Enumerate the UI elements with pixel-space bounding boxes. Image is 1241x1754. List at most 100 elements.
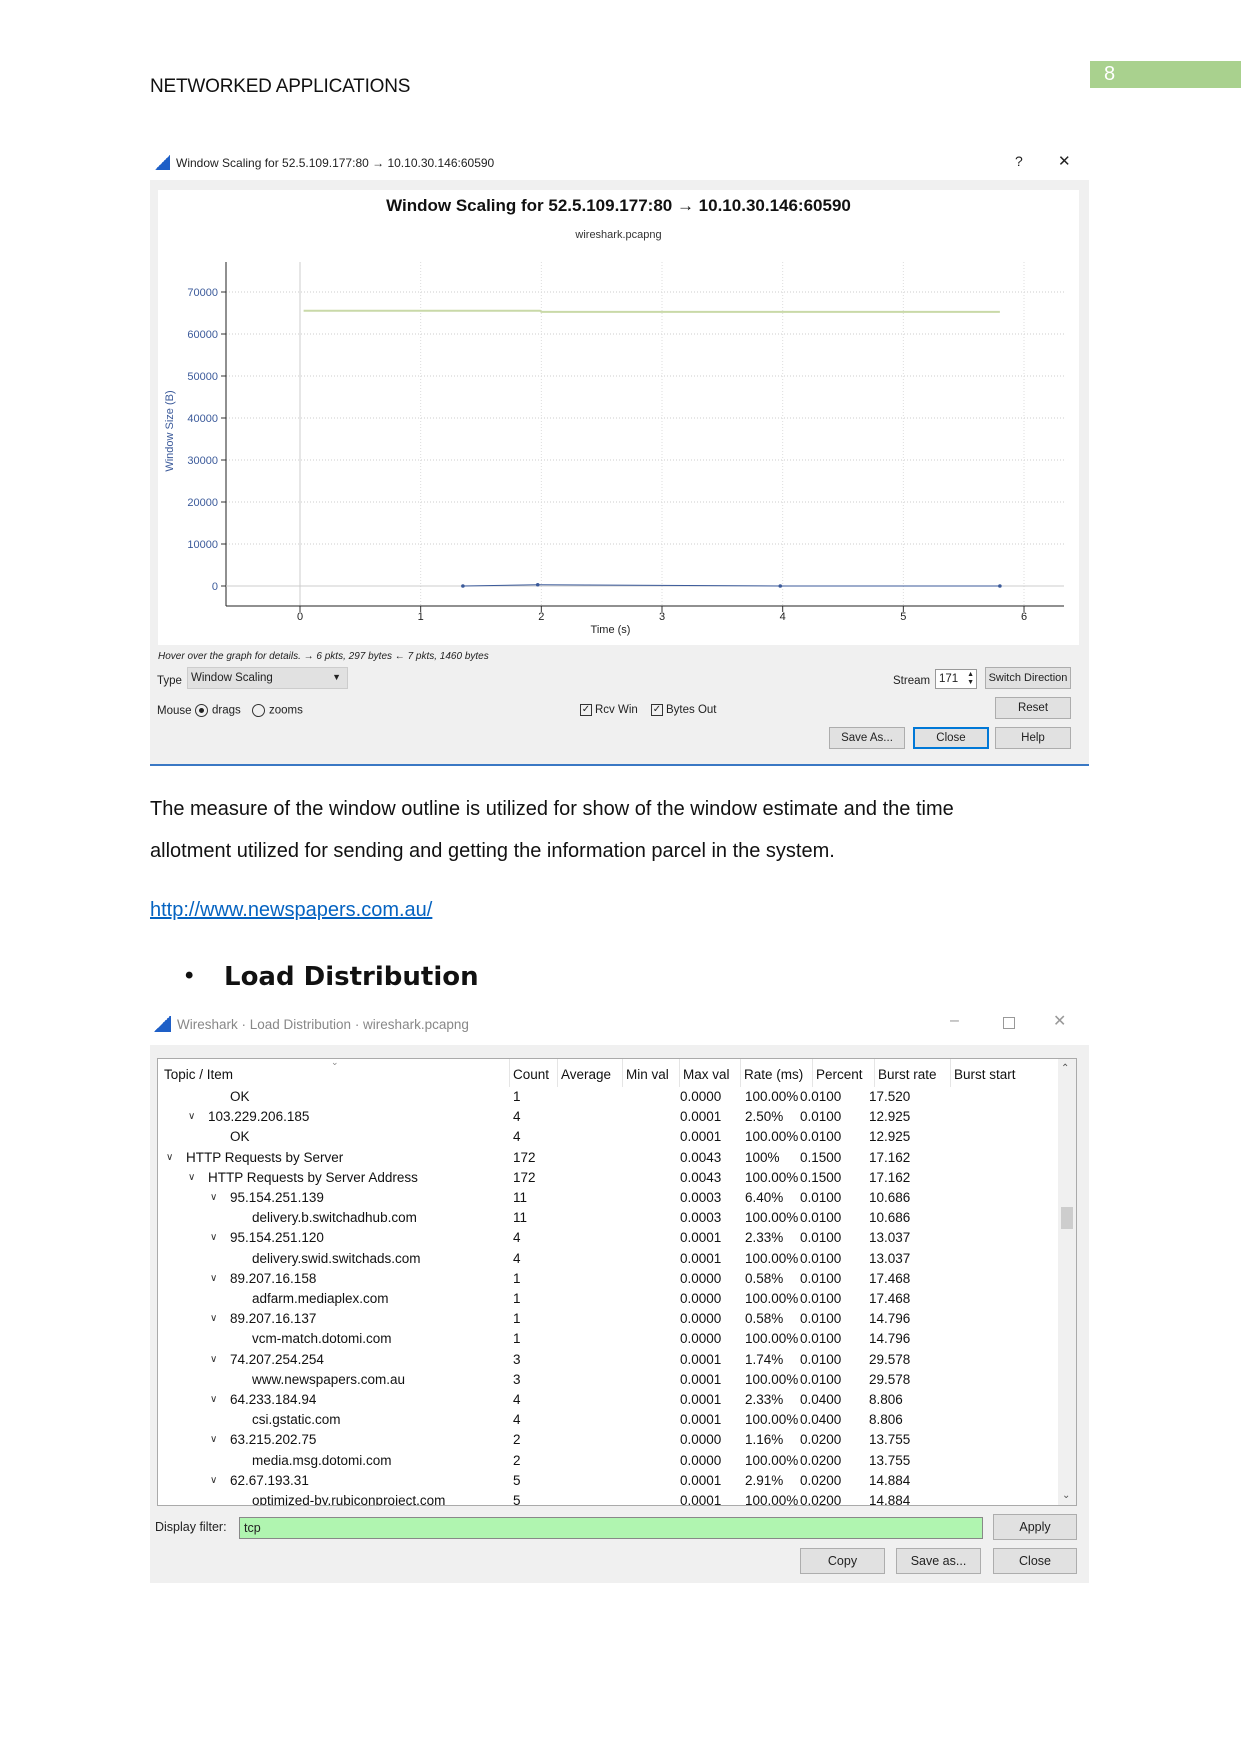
spin-arrows-icon[interactable]: ▲ ▼ <box>967 671 974 687</box>
close-button[interactable]: Close <box>913 727 989 749</box>
column-header[interactable]: Rate (ms) <box>744 1067 803 1082</box>
window-scaling-chart[interactable]: 0 10000 20000 30000 40000 50000 60000 70000 0 1 2 3… <box>0 0 1241 700</box>
expand-chevron-icon[interactable]: ∨ <box>210 1232 217 1243</box>
column-header[interactable]: Min val <box>626 1067 669 1082</box>
apply-button[interactable]: Apply <box>993 1514 1077 1540</box>
table-row[interactable]: ∨ 64.233.184.94 4 0.0001 2.33% 0.0400 8.806 <box>158 1392 1076 1412</box>
table-row[interactable]: OK 4 0.0001 100.00% 0.0100 12.925 <box>158 1129 1076 1149</box>
cell-item: 63.215.202.75 <box>230 1432 317 1448</box>
table-row[interactable]: delivery.swid.switchads.com 4 0.0001 100.00… <box>158 1251 1076 1271</box>
scroll-up-icon[interactable]: ⌃ <box>1061 1063 1069 1074</box>
drags-radio[interactable]: drags <box>191 704 241 717</box>
table-row[interactable]: ∨ 63.215.202.75 2 0.0000 1.16% 0.0200 13.755 <box>158 1432 1076 1452</box>
table-row[interactable]: ∨ 95.154.251.139 11 0.0003 6.40% 0.0100 10.686 <box>158 1190 1076 1210</box>
expand-chevron-icon[interactable]: ∨ <box>210 1354 217 1365</box>
column-header[interactable]: Percent <box>816 1067 863 1082</box>
table-row[interactable]: ∨ 62.67.193.31 5 0.0001 2.91% 0.0200 14.884 <box>158 1473 1076 1493</box>
table-row[interactable]: csi.gstatic.com 4 0.0001 100.00% 0.0400 8.806 <box>158 1412 1076 1432</box>
expand-chevron-icon[interactable]: ∨ <box>188 1111 195 1122</box>
column-divider[interactable] <box>679 1059 680 1087</box>
column-header[interactable]: Average <box>561 1067 611 1082</box>
zooms-radio[interactable]: zooms <box>248 704 303 717</box>
table-row[interactable]: ∨ 89.207.16.158 1 0.0000 0.58% 0.0100 17.468 <box>158 1271 1076 1291</box>
column-divider[interactable] <box>557 1059 558 1087</box>
close-icon[interactable]: ✕ <box>1053 1011 1066 1031</box>
table-row[interactable]: ∨ 74.207.254.254 3 0.0001 1.74% 0.0100 29.578 <box>158 1352 1076 1372</box>
expand-chevron-icon[interactable]: ∨ <box>188 1172 195 1183</box>
bullet: • <box>185 962 194 989</box>
cell-count: 1 <box>513 1331 521 1347</box>
column-divider[interactable] <box>740 1059 741 1087</box>
expand-chevron-icon[interactable]: ∨ <box>210 1192 217 1203</box>
cell-burst-rate: 0.0100 <box>800 1089 842 1104</box>
scrollbar[interactable]: ⌃ ⌄ <box>1058 1059 1076 1505</box>
cell-item: csi.gstatic.com <box>252 1412 341 1428</box>
cell-item: 95.154.251.120 <box>230 1230 324 1246</box>
table-row[interactable]: ∨ 103.229.206.185 4 0.0001 2.50% 0.0100 12.925 <box>158 1109 1076 1129</box>
stream-spinbox[interactable]: 171 ▲ ▼ <box>935 669 977 689</box>
expand-chevron-icon[interactable]: ∨ <box>210 1273 217 1284</box>
stats-tree-table[interactable]: ⌄ Topic / Item Count Average Min val Max val… <box>157 1058 1077 1506</box>
table-row[interactable]: ∨ HTTP Requests by Server Address 172 0.004… <box>158 1170 1076 1190</box>
expand-chevron-icon[interactable]: ∨ <box>166 1152 173 1163</box>
table-row[interactable]: media.msg.dotomi.com 2 0.0000 100.00% 0.0200… <box>158 1453 1076 1473</box>
table-row[interactable]: ∨ 89.207.16.137 1 0.0000 0.58% 0.0100 14.796 <box>158 1311 1076 1331</box>
table-row[interactable]: ∨ HTTP Requests by Server 172 0.0043 100% 0.1… <box>158 1150 1076 1170</box>
table-row[interactable]: ∨ 95.154.251.120 4 0.0001 2.33% 0.0100 13.037 <box>158 1230 1076 1250</box>
maximize-icon[interactable] <box>1003 1017 1015 1029</box>
table-row[interactable]: www.newspapers.com.au 3 0.0001 100.00% 0.010… <box>158 1372 1076 1392</box>
display-filter-label: Display filter: <box>155 1520 227 1534</box>
rcv-win-checkbox[interactable]: ✓ Rcv Win <box>580 704 638 716</box>
x-tick-label: 0 <box>297 611 303 623</box>
table-row[interactable]: OK 1 0.0000 100.00% 0.0100 17.520 <box>158 1089 1076 1109</box>
paragraph-line-2: allotment utilized for sending and getti… <box>150 840 835 862</box>
table-row[interactable]: adfarm.mediaplex.com 1 0.0000 100.00% 0.0100… <box>158 1291 1076 1311</box>
expand-chevron-icon[interactable]: ∨ <box>210 1394 217 1405</box>
expand-chevron-icon[interactable]: ∨ <box>210 1475 217 1486</box>
cell-percent: 2.33% <box>745 1392 784 1407</box>
drags-label: drags <box>212 704 241 717</box>
table-row[interactable]: optimized-by.rubiconproject.com 5 0.0001 10… <box>158 1493 1076 1505</box>
switch-direction-button[interactable]: Switch Direction <box>985 667 1071 689</box>
column-header[interactable]: Topic / Item <box>164 1067 233 1082</box>
cell-percent: 0.58% <box>745 1311 784 1327</box>
help-button[interactable]: Help <box>995 727 1071 749</box>
expand-chevron-icon[interactable]: ∨ <box>210 1313 217 1324</box>
type-dropdown[interactable]: Window Scaling ▼ <box>187 667 348 689</box>
table-row[interactable]: delivery.b.switchadhub.com 11 0.0003 100.00… <box>158 1210 1076 1230</box>
column-header[interactable]: Burst rate <box>878 1067 937 1082</box>
scrollbar-thumb[interactable] <box>1061 1207 1073 1229</box>
column-header[interactable]: Max val <box>683 1067 730 1082</box>
cell-rate: 0.0000 <box>680 1432 722 1448</box>
reset-button[interactable]: Reset <box>995 697 1071 719</box>
newspapers-link[interactable]: http://www.newspapers.com.au/ <box>150 899 432 922</box>
column-divider[interactable] <box>509 1059 510 1087</box>
column-divider[interactable] <box>622 1059 623 1087</box>
bytes-out-checkbox[interactable]: ✓ Bytes Out <box>651 704 717 716</box>
column-divider[interactable] <box>874 1059 875 1087</box>
cell-rate: 0.0043 <box>680 1169 722 1185</box>
minimize-icon[interactable]: – <box>950 1012 959 1030</box>
column-header[interactable]: Count <box>513 1067 549 1082</box>
y-tick-label: 40000 <box>187 413 218 425</box>
cell-count: 2 <box>513 1452 521 1468</box>
table-row[interactable]: vcm-match.dotomi.com 1 0.0000 100.00% 0.0100… <box>158 1331 1076 1351</box>
column-header[interactable]: Burst start <box>954 1067 1016 1082</box>
bytes-out-point <box>998 584 1002 588</box>
close-button[interactable]: Close <box>993 1548 1077 1574</box>
scroll-down-icon[interactable]: ⌄ <box>1062 1490 1070 1501</box>
display-filter-input[interactable]: tcp <box>239 1517 983 1539</box>
cell-percent: 100.00% <box>745 1250 799 1266</box>
save-as-button[interactable]: Save As... <box>829 727 905 749</box>
cell-percent: 0.58% <box>745 1270 784 1286</box>
cell-rate: 0.0003 <box>680 1210 722 1226</box>
rcv-win-label: Rcv Win <box>595 704 638 717</box>
cell-burst-rate: 0.0200 <box>800 1432 842 1448</box>
column-divider[interactable] <box>812 1059 813 1087</box>
save-as-button[interactable]: Save as... <box>896 1548 981 1574</box>
column-divider[interactable] <box>950 1059 951 1087</box>
cell-count: 1 <box>513 1291 521 1306</box>
expand-chevron-icon[interactable]: ∨ <box>210 1434 217 1445</box>
copy-button[interactable]: Copy <box>800 1548 885 1574</box>
cell-item: media.msg.dotomi.com <box>252 1452 392 1468</box>
